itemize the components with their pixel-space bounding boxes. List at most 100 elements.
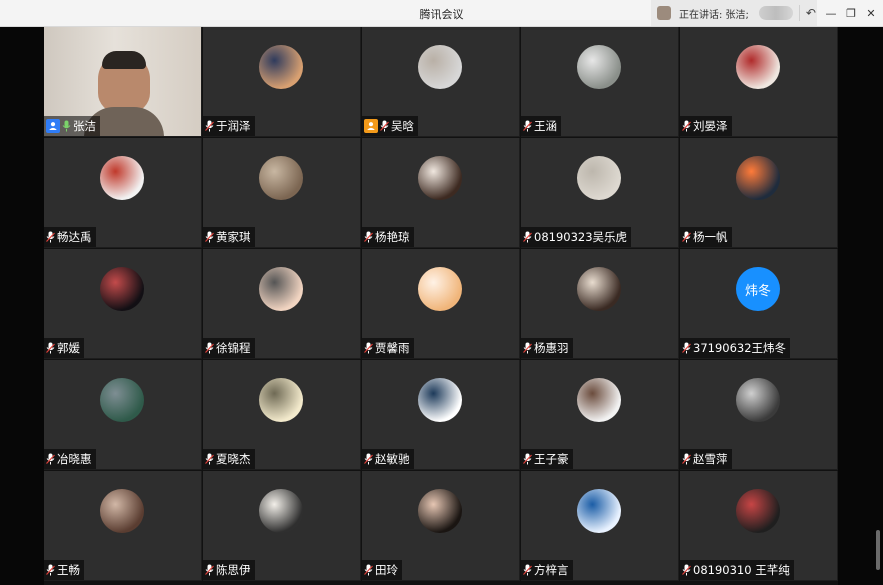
participant-name: 夏晓杰 xyxy=(216,452,251,466)
participant-tile[interactable]: 刘晏泽 xyxy=(680,27,838,137)
name-tag: 杨一帆 xyxy=(680,227,732,247)
mic-muted-icon xyxy=(205,564,214,576)
speaker-thumbnail xyxy=(758,6,793,20)
avatar xyxy=(259,489,303,533)
mic-muted-icon xyxy=(364,231,373,243)
avatar xyxy=(736,156,780,200)
participant-name: 37190632王炜冬 xyxy=(693,341,787,355)
name-tag: 方梓言 xyxy=(521,560,573,580)
speaking-separator xyxy=(798,5,800,21)
back-icon[interactable]: ↶ xyxy=(806,6,816,20)
participant-tile[interactable]: 冶晓惠 xyxy=(44,360,202,470)
mic-muted-icon xyxy=(205,453,214,465)
participant-name: 杨艳琼 xyxy=(375,230,410,244)
participant-name: 刘晏泽 xyxy=(693,119,728,133)
mic-muted-icon xyxy=(46,342,55,354)
video-hair xyxy=(102,51,146,69)
participant-name: 赵雪萍 xyxy=(693,452,728,466)
avatar xyxy=(577,489,621,533)
mic-muted-icon xyxy=(46,564,55,576)
participant-tile[interactable]: 黄家琪 xyxy=(203,138,361,248)
mic-muted-icon xyxy=(205,120,214,132)
name-tag: 杨艳琼 xyxy=(362,227,414,247)
participant-name: 陈思伊 xyxy=(216,563,251,577)
speaker-avatar xyxy=(657,6,671,20)
participant-tile[interactable]: 贾馨雨 xyxy=(362,249,520,359)
avatar xyxy=(100,267,144,311)
participant-tile[interactable]: 王子豪 xyxy=(521,360,679,470)
participant-tile[interactable]: 夏晓杰 xyxy=(203,360,361,470)
avatar xyxy=(736,378,780,422)
participant-name: 于润泽 xyxy=(216,119,251,133)
participant-tile[interactable]: 杨一帆 xyxy=(680,138,838,248)
mic-on-icon xyxy=(62,120,71,132)
right-margin xyxy=(838,27,883,585)
left-margin xyxy=(0,27,44,585)
host-icon xyxy=(46,119,60,133)
mic-muted-icon xyxy=(46,231,55,243)
participant-tile[interactable]: 田玲 xyxy=(362,471,520,581)
avatar xyxy=(418,45,462,89)
avatar xyxy=(259,378,303,422)
avatar xyxy=(100,378,144,422)
participant-grid: 张洁 于润泽 吴晗 王涵 刘晏泽畅达禹 黄家琪 杨艳琼 08190323吴乐虎 杨一帆郭媛 徐锦程… xyxy=(44,27,838,585)
participant-tile[interactable]: 赵敏驰 xyxy=(362,360,520,470)
participant-tile[interactable]: 杨艳琼 xyxy=(362,138,520,248)
participant-tile[interactable]: 吴晗 xyxy=(362,27,520,137)
mic-muted-icon xyxy=(364,342,373,354)
mic-muted-icon xyxy=(682,564,691,576)
participant-name: 郭媛 xyxy=(57,341,80,355)
close-button[interactable]: ✕ xyxy=(860,0,882,26)
participant-tile[interactable]: 方梓言 xyxy=(521,471,679,581)
avatar xyxy=(418,378,462,422)
name-tag: 赵雪萍 xyxy=(680,449,732,469)
mic-muted-icon xyxy=(364,564,373,576)
participant-tile[interactable]: 徐锦程 xyxy=(203,249,361,359)
mic-muted-icon xyxy=(682,453,691,465)
participant-tile[interactable]: 于润泽 xyxy=(203,27,361,137)
name-tag: 37190632王炜冬 xyxy=(680,338,791,358)
mic-muted-icon xyxy=(682,120,691,132)
mic-muted-icon xyxy=(523,120,532,132)
participant-tile[interactable]: 炜冬 37190632王炜冬 xyxy=(680,249,838,359)
avatar xyxy=(418,489,462,533)
mic-muted-icon xyxy=(380,120,389,132)
name-tag: 吴晗 xyxy=(362,116,418,136)
participant-name: 王畅 xyxy=(57,563,80,577)
participant-tile[interactable]: 08190310 王芊纯 xyxy=(680,471,838,581)
avatar-text: 炜冬 xyxy=(736,267,780,311)
avatar xyxy=(736,45,780,89)
participant-tile[interactable]: 畅达禹 xyxy=(44,138,202,248)
name-tag: 王子豪 xyxy=(521,449,573,469)
mic-muted-icon xyxy=(523,231,532,243)
participant-tile[interactable]: 08190323吴乐虎 xyxy=(521,138,679,248)
avatar xyxy=(259,45,303,89)
name-tag: 黄家琪 xyxy=(203,227,255,247)
mic-muted-icon xyxy=(523,564,532,576)
participant-tile[interactable]: 郭媛 xyxy=(44,249,202,359)
title-bar: 腾讯会议 正在讲话: 张洁; ↶ — ❐ ✕ xyxy=(0,0,883,27)
avatar xyxy=(577,156,621,200)
participant-tile[interactable]: 杨惠羽 xyxy=(521,249,679,359)
participant-tile[interactable]: 王畅 xyxy=(44,471,202,581)
name-tag: 畅达禹 xyxy=(44,227,96,247)
participant-tile[interactable]: 陈思伊 xyxy=(203,471,361,581)
name-tag: 赵敏驰 xyxy=(362,449,414,469)
participant-name: 赵敏驰 xyxy=(375,452,410,466)
scrollbar-thumb[interactable] xyxy=(876,530,880,570)
avatar xyxy=(418,267,462,311)
minimize-button[interactable]: — xyxy=(820,0,842,26)
name-tag: 于润泽 xyxy=(203,116,255,136)
participant-name: 08190310 王芊纯 xyxy=(693,563,790,577)
participant-tile[interactable]: 赵雪萍 xyxy=(680,360,838,470)
speaking-indicator[interactable]: 正在讲话: 张洁; ↶ xyxy=(651,0,817,26)
name-tag: 王涵 xyxy=(521,116,561,136)
avatar xyxy=(100,489,144,533)
participant-tile[interactable]: 王涵 xyxy=(521,27,679,137)
name-tag: 贾馨雨 xyxy=(362,338,414,358)
avatar xyxy=(577,378,621,422)
restore-button[interactable]: ❐ xyxy=(840,0,862,26)
participant-tile[interactable]: 张洁 xyxy=(44,27,202,137)
speaking-label: 正在讲话: 张洁; xyxy=(679,9,749,21)
participant-name: 畅达禹 xyxy=(57,230,92,244)
